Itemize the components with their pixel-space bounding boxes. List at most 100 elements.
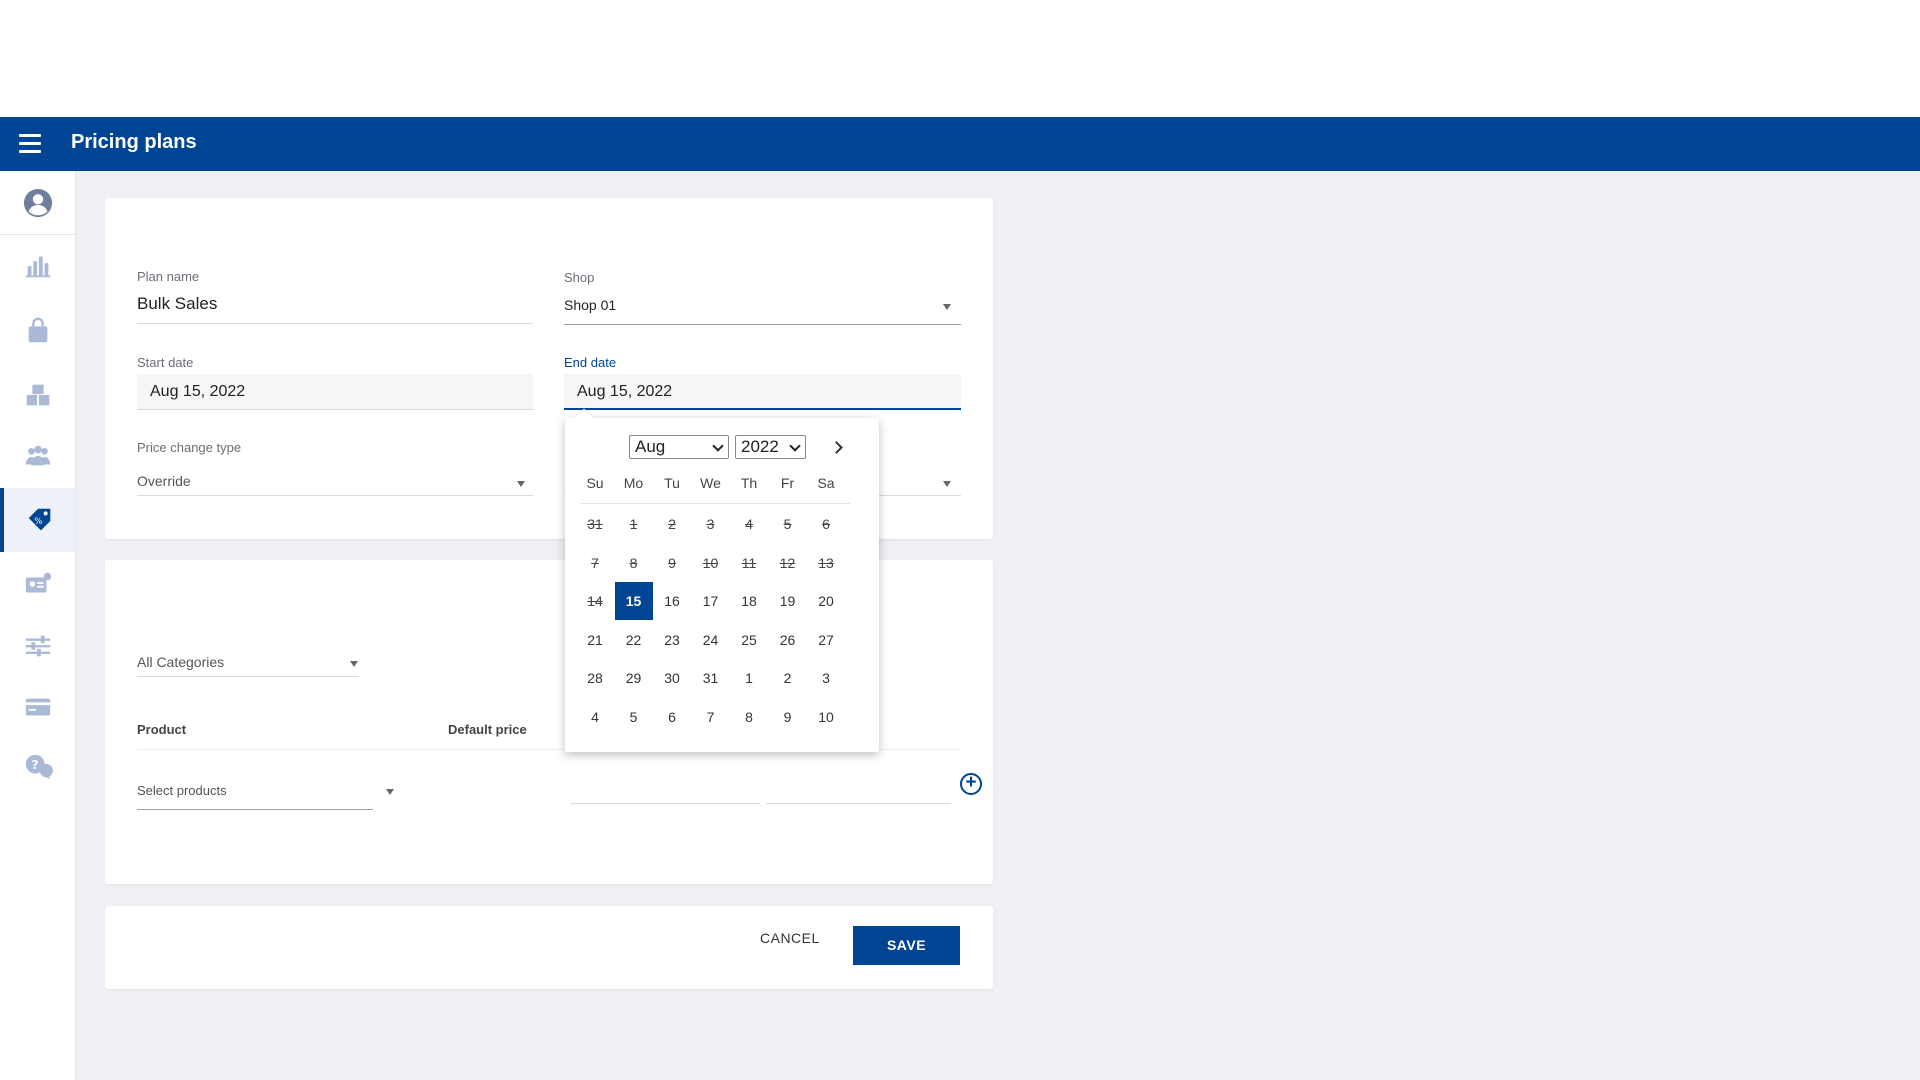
- calendar-day: 14: [587, 593, 603, 609]
- calendar-day[interactable]: 18: [730, 582, 768, 620]
- plan-name-label: Plan name: [137, 269, 200, 284]
- category-dropdown-icon[interactable]: [350, 661, 358, 667]
- id-card-icon: [25, 572, 51, 593]
- sidebar-item-payments[interactable]: [0, 677, 75, 737]
- calendar-day: 11: [741, 554, 757, 571]
- start-date-input[interactable]: Aug 15, 2022: [137, 374, 533, 410]
- price-change-underline: [137, 495, 533, 496]
- calendar-day[interactable]: 5: [615, 698, 653, 736]
- discount-input-underline: [766, 803, 951, 804]
- warehouse-boxes-icon: [26, 384, 49, 406]
- weekday-header: Sa: [817, 475, 835, 491]
- svg-text:?: ?: [31, 758, 38, 772]
- calendar-day[interactable]: 10: [807, 698, 845, 736]
- people-group-icon: [25, 445, 50, 466]
- user-circle-icon: [23, 188, 52, 217]
- sidebar-item-pricing[interactable]: %: [0, 488, 75, 552]
- weekday-divider: [580, 503, 850, 504]
- actions-card: CANCEL SAVE: [105, 906, 993, 989]
- category-underline: [137, 676, 359, 677]
- column-header-default-price: Default price: [448, 722, 527, 737]
- shop-label: Shop: [564, 270, 595, 285]
- price-change-dropdown-icon[interactable]: [517, 481, 525, 487]
- calendar-day: 7: [591, 554, 599, 571]
- sidebar-item-customers[interactable]: [0, 426, 75, 486]
- calendar-day: 6: [822, 516, 830, 532]
- year-select[interactable]: 2022: [735, 435, 806, 459]
- calendar-day[interactable]: 29: [615, 659, 653, 697]
- sidebar-item-settings[interactable]: [0, 616, 75, 676]
- sidebar-item-loyalty[interactable]: [0, 554, 75, 614]
- sidebar-item-orders[interactable]: [0, 301, 75, 361]
- calendar-day[interactable]: 4: [576, 698, 614, 736]
- calendar-day[interactable]: 6: [653, 698, 691, 736]
- column-header-product: Product: [137, 722, 187, 737]
- calendar-day[interactable]: 9: [769, 698, 807, 736]
- shop-dropdown-icon[interactable]: [943, 304, 951, 310]
- hamburger-menu-icon[interactable]: [19, 134, 43, 154]
- add-product-icon[interactable]: +: [960, 773, 982, 795]
- calendar-day: 5: [783, 516, 792, 532]
- sliders-icon: [25, 635, 50, 657]
- shop-select[interactable]: Shop 01: [564, 297, 616, 313]
- price-change-type-select[interactable]: Override: [137, 473, 191, 489]
- calendar-day[interactable]: 31: [692, 659, 730, 697]
- bar-chart-icon: [25, 256, 50, 278]
- calendar-day[interactable]: 24: [692, 621, 730, 659]
- calendar-day[interactable]: 30: [653, 659, 691, 697]
- sidebar-item-inventory[interactable]: [0, 365, 75, 425]
- calendar-day-selected[interactable]: 15: [614, 582, 653, 620]
- main-content: Plan name Bulk Sales Shop Shop 01 Start …: [76, 171, 1920, 1080]
- calendar-day: 9: [668, 554, 676, 571]
- calendar-day[interactable]: 23: [653, 621, 691, 659]
- svg-text:%: %: [34, 516, 42, 526]
- calendar-day[interactable]: 28: [576, 659, 614, 697]
- calendar-day[interactable]: 21: [576, 621, 614, 659]
- plan-name-input[interactable]: Bulk Sales: [137, 294, 217, 314]
- category-select[interactable]: All Categories: [137, 654, 224, 670]
- select-products-dropdown-icon[interactable]: [386, 789, 394, 795]
- calendar-day: 2: [668, 516, 676, 532]
- next-month-icon[interactable]: [829, 438, 849, 458]
- calendar-day[interactable]: 2: [769, 659, 807, 697]
- sidebar-item-help[interactable]: ?: [0, 737, 75, 797]
- cancel-button[interactable]: CANCEL: [760, 930, 820, 946]
- calendar-day[interactable]: 19: [769, 582, 807, 620]
- sidebar: % ?: [0, 171, 76, 1080]
- end-date-label: End date: [564, 355, 617, 370]
- price-change-type-label: Price change type: [137, 440, 242, 455]
- weekday-header: Tu: [664, 475, 680, 491]
- calendar-day[interactable]: 27: [807, 621, 845, 659]
- hidden-select-dropdown-icon[interactable]: [943, 481, 951, 487]
- sidebar-item-dashboard[interactable]: [0, 236, 75, 296]
- select-products-underline: [137, 809, 373, 810]
- select-products-dropdown[interactable]: Select products: [137, 783, 227, 798]
- calendar-day[interactable]: 7: [692, 698, 730, 736]
- sidebar-item-profile[interactable]: [0, 171, 75, 235]
- app-header: Pricing plans: [0, 117, 1920, 171]
- help-chat-icon: ?: [25, 754, 53, 780]
- calendar-day: 8: [629, 554, 638, 571]
- calendar-day[interactable]: 20: [807, 582, 845, 620]
- calendar-day[interactable]: 25: [730, 621, 768, 659]
- month-select[interactable]: Aug: [629, 435, 729, 459]
- start-date-label: Start date: [137, 355, 194, 370]
- weekday-header: Th: [740, 475, 758, 491]
- calendar-day[interactable]: 1: [730, 659, 768, 697]
- page-title: Pricing plans: [71, 131, 197, 153]
- save-button[interactable]: SAVE: [853, 926, 960, 965]
- calendar-day[interactable]: 22: [615, 621, 653, 659]
- calendar-day[interactable]: 26: [769, 621, 807, 659]
- date-picker-popup: Aug 2022 Su Mo Tu We Th Fr Sa 31 1 2 3 4 5 6 7 8 9 10 11 12…: [565, 408, 879, 752]
- calendar-day[interactable]: 8: [730, 698, 768, 736]
- calendar-day: 3: [706, 516, 715, 532]
- calendar-day[interactable]: 17: [692, 582, 730, 620]
- calendar-day[interactable]: 3: [807, 659, 845, 697]
- calendar-day[interactable]: 16: [653, 582, 691, 620]
- credit-card-icon: [25, 698, 50, 716]
- end-date-input[interactable]: Aug 15, 2022: [564, 374, 961, 410]
- weekday-header: We: [700, 475, 721, 491]
- calendar-day: 10: [702, 554, 719, 571]
- calendar-day: 1: [629, 516, 638, 532]
- calendar-day: 12: [779, 554, 796, 571]
